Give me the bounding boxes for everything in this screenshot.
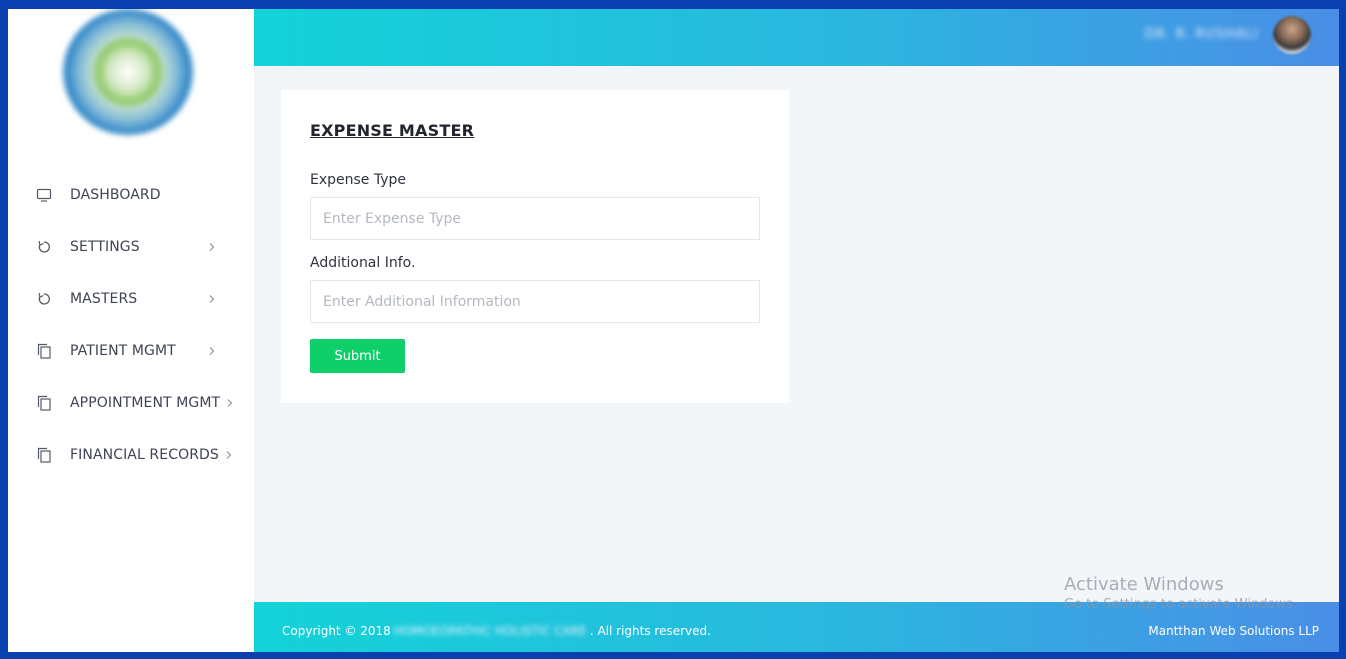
avatar[interactable] [1273, 16, 1311, 54]
sidebar: DASHBOARD SETTINGS MASTERS PATIENT MGMT … [8, 9, 254, 652]
expense-master-card: EXPENSE MASTER Expense Type Additional I… [281, 90, 789, 403]
sidebar-item-label: MASTERS [70, 291, 138, 307]
chevron-right-icon [208, 295, 216, 303]
watermark-title: Activate Windows [1064, 574, 1224, 595]
copyright-text: Copyright © 2018 HOMOEOPATHIC HOLISTIC C… [282, 624, 711, 638]
sidebar-nav: DASHBOARD SETTINGS MASTERS PATIENT MGMT … [8, 169, 254, 481]
chevron-right-icon [225, 451, 233, 459]
clinic-logo[interactable] [63, 9, 193, 135]
activate-windows-watermark: Activate Windows Go to Settings to activ… [1064, 574, 1297, 612]
refresh-icon [36, 291, 52, 307]
copy-icon [36, 343, 52, 359]
top-header: DR. R. RUSHALI [254, 9, 1339, 66]
logo-emblem [93, 37, 163, 107]
sidebar-item-settings[interactable]: SETTINGS [8, 221, 254, 273]
sidebar-item-label: PATIENT MGMT [70, 343, 176, 359]
sidebar-item-dashboard[interactable]: DASHBOARD [8, 169, 254, 221]
copyright-prefix: Copyright © 2018 [282, 624, 391, 638]
monitor-icon [36, 187, 52, 203]
sidebar-item-masters[interactable]: MASTERS [8, 273, 254, 325]
organization-name: HOMOEOPATHIC HOLISTIC CARE [393, 624, 587, 638]
user-name[interactable]: DR. R. RUSHALI [1145, 27, 1259, 42]
copy-icon [36, 395, 52, 411]
expense-type-input[interactable] [310, 197, 760, 240]
sidebar-item-label: FINANCIAL RECORDS [70, 447, 219, 463]
copy-icon [36, 447, 52, 463]
chevron-right-icon [226, 399, 234, 407]
sidebar-item-label: DASHBOARD [70, 187, 161, 203]
copyright-suffix: . All rights reserved. [589, 624, 711, 638]
sidebar-item-patient-mgmt[interactable]: PATIENT MGMT [8, 325, 254, 377]
sidebar-item-appointment-mgmt[interactable]: APPOINTMENT MGMT [8, 377, 254, 429]
expense-type-label: Expense Type [310, 172, 407, 188]
additional-info-input[interactable] [310, 280, 760, 323]
sidebar-item-label: APPOINTMENT MGMT [70, 395, 221, 411]
additional-info-label: Additional Info. [310, 255, 416, 271]
sidebar-item-financial-records[interactable]: FINANCIAL RECORDS [8, 429, 254, 481]
app-window: DASHBOARD SETTINGS MASTERS PATIENT MGMT … [8, 9, 1339, 652]
chevron-right-icon [208, 243, 216, 251]
submit-button[interactable]: Submit [310, 339, 405, 373]
developer-credit[interactable]: Mantthan Web Solutions LLP [1148, 624, 1319, 638]
chevron-right-icon [208, 347, 216, 355]
refresh-icon [36, 239, 52, 255]
sidebar-item-label: SETTINGS [70, 239, 140, 255]
watermark-subtitle: Go to Settings to activate Windows. [1064, 597, 1297, 612]
page-title: EXPENSE MASTER [310, 121, 475, 140]
